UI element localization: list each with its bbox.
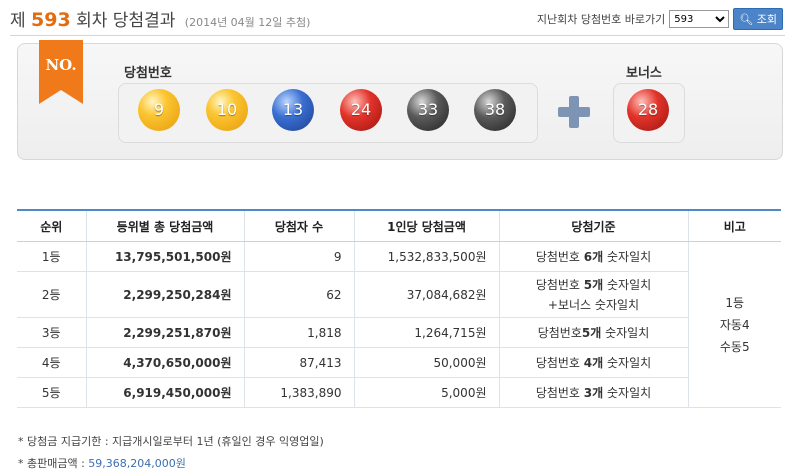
- per-person-cell: 50,000원: [354, 347, 500, 378]
- bonus-ball: 28: [627, 89, 669, 131]
- header-divider: [10, 35, 785, 36]
- table-row: 4등 4,370,650,000원 87,413 50,000원 당첨번호 4개…: [17, 347, 781, 378]
- header-rank: 순위: [17, 209, 87, 242]
- criteria-cell: 당첨번호 4개 숫자일치: [499, 347, 689, 378]
- total-cell: 2,299,251,870원: [86, 317, 245, 348]
- round-number: 593: [31, 9, 71, 31]
- ball-6: 38: [474, 89, 516, 131]
- table-row: 1등 13,795,501,500원 9 1,532,833,500원 당첨번호…: [17, 241, 781, 408]
- header-per-person: 1인당 당첨금액: [354, 209, 500, 242]
- draw-date: (2014년 04월 12일 추첨): [184, 16, 311, 29]
- remark-cell: 1등 자동4 수동5: [688, 241, 781, 408]
- search-button[interactable]: 🔍︎ 조회: [733, 8, 783, 30]
- results-table: 순위 등위별 총 당첨금액 당첨자 수 1인당 당첨금액 당첨기준 비고 1등 …: [17, 209, 781, 408]
- search-icon: 🔍︎: [739, 13, 754, 26]
- payment-deadline-note: * 당첨금 지급기한 : 지급개시일로부터 1년 (휴일인 경우 익영업일): [18, 435, 324, 448]
- winning-numbers-label: 당첨번호: [124, 66, 172, 81]
- header-winners: 당첨자 수: [244, 209, 355, 242]
- rank-cell: 2등: [17, 271, 87, 318]
- table-header-row: 순위 등위별 총 당첨금액 당첨자 수 1인당 당첨금액 당첨기준 비고: [17, 209, 781, 242]
- no-ribbon: NO.: [39, 40, 83, 104]
- header-total: 등위별 총 당첨금액: [86, 209, 245, 242]
- total-sales-label: * 총판매금액 :: [18, 457, 89, 470]
- total-cell: 4,370,650,000원: [86, 347, 245, 378]
- winners-cell: 1,383,890: [244, 377, 355, 408]
- rank-cell: 5등: [17, 377, 87, 408]
- table-row: 2등 2,299,250,284원 62 37,084,682원 당첨번호 5개…: [17, 271, 781, 318]
- per-person-cell: 5,000원: [354, 377, 500, 408]
- ball-4: 24: [340, 89, 382, 131]
- winners-cell: 87,413: [244, 347, 355, 378]
- criteria-cell: 당첨번호 3개 숫자일치: [499, 377, 689, 408]
- remark-line: 1등: [725, 295, 745, 310]
- round-select[interactable]: 593: [669, 10, 730, 28]
- winners-cell: 9: [244, 241, 355, 272]
- rank-cell: 3등: [17, 317, 87, 348]
- ball-1: 9: [138, 89, 180, 131]
- bonus-label: 보너스: [626, 66, 662, 81]
- header-remark: 비고: [688, 209, 781, 242]
- round-navigation: 지난회차 당첨번호 바로가기 593 🔍︎ 조회: [537, 8, 783, 30]
- per-person-cell: 1,264,715원: [354, 317, 500, 348]
- winners-cell: 62: [244, 271, 355, 318]
- rank-cell: 1등: [17, 241, 87, 272]
- per-person-cell: 37,084,682원: [354, 271, 500, 318]
- nav-label: 지난회차 당첨번호 바로가기: [536, 13, 666, 26]
- search-button-label: 조회: [756, 13, 777, 26]
- rank-cell: 4등: [17, 347, 87, 378]
- ball-5: 33: [407, 89, 449, 131]
- page-title: 제 593 회차 당첨결과 (2014년 04월 12일 추첨): [10, 6, 310, 31]
- criteria-cell: 당첨번호5개 숫자일치: [499, 317, 689, 348]
- winners-cell: 1,818: [244, 317, 355, 348]
- table-row: 3등 2,299,251,870원 1,818 1,264,715원 당첨번호5…: [17, 317, 781, 348]
- per-person-cell: 1,532,833,500원: [354, 241, 500, 272]
- header-criteria: 당첨기준: [499, 209, 689, 242]
- table-row: 5등 6,919,450,000원 1,383,890 5,000원 당첨번호 …: [17, 377, 781, 408]
- plus-icon: [558, 96, 590, 128]
- ball-3: 13: [272, 89, 314, 131]
- header: 제 593 회차 당첨결과 (2014년 04월 12일 추첨) 지난회차 당첨…: [0, 0, 795, 34]
- criteria-cell: 당첨번호 5개 숫자일치 +보너스 숫자일치: [499, 271, 689, 318]
- title-prefix: 제: [10, 11, 26, 31]
- total-cell: 6,919,450,000원: [86, 377, 245, 408]
- total-sales-note: * 총판매금액 : 59,368,204,000원: [18, 455, 186, 471]
- ball-2: 10: [206, 89, 248, 131]
- total-cell: 13,795,501,500원: [86, 241, 245, 272]
- remark-line: 수동5: [719, 339, 750, 354]
- title-suffix: 회차 당첨결과: [76, 11, 176, 31]
- total-cell: 2,299,250,284원: [86, 271, 245, 318]
- criteria-cell: 당첨번호 6개 숫자일치: [499, 241, 689, 272]
- ribbon-label: NO.: [45, 56, 77, 74]
- total-sales-value: 59,368,204,000원: [88, 457, 186, 470]
- remark-line: 자동4: [719, 317, 750, 332]
